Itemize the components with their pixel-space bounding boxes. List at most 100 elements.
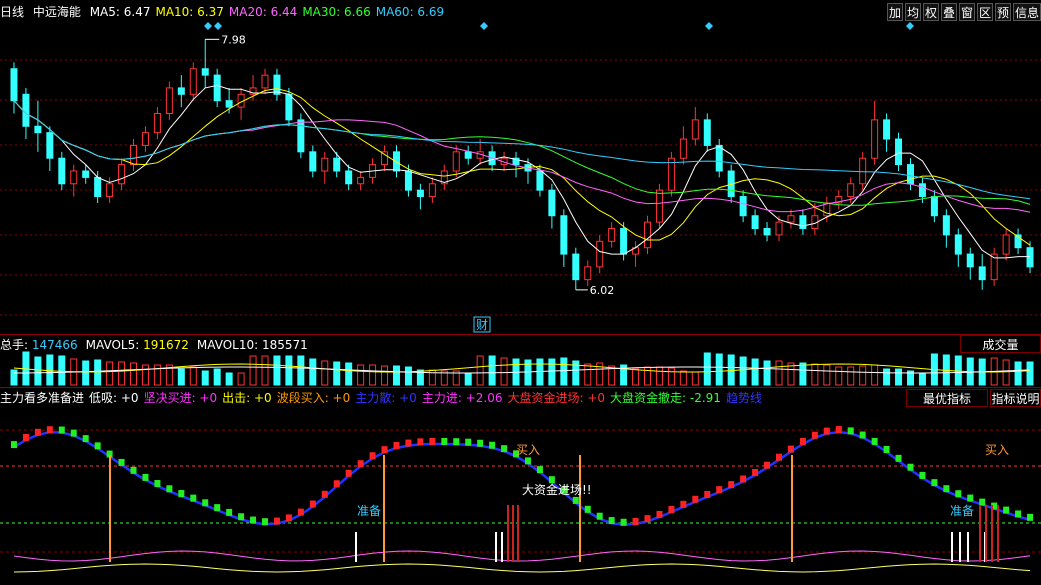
momentum-step	[883, 445, 890, 453]
candle-body[interactable]	[285, 93, 293, 121]
candle-body[interactable]	[94, 176, 102, 198]
candle-body[interactable]	[1026, 247, 1034, 268]
candle-body[interactable]	[392, 151, 400, 172]
candle-body[interactable]	[847, 183, 855, 198]
candle-body[interactable]	[584, 266, 592, 281]
candle-body[interactable]	[58, 157, 66, 185]
candle-body[interactable]	[883, 119, 891, 140]
candle-body[interactable]	[452, 151, 460, 172]
candle-body[interactable]	[10, 68, 18, 102]
candle-body[interactable]	[70, 170, 78, 185]
candle-body[interactable]	[560, 215, 568, 255]
candle-body[interactable]	[918, 183, 926, 198]
diamond-marker[interactable]	[204, 22, 212, 30]
momentum-step	[979, 498, 986, 506]
candle-body[interactable]	[357, 176, 365, 185]
volume-stat-value-3: 185571	[261, 338, 308, 352]
candle-body[interactable]	[679, 138, 687, 159]
candle-body[interactable]	[620, 228, 628, 255]
candle-body[interactable]	[644, 221, 652, 249]
candle-body[interactable]	[118, 164, 126, 185]
volume-button[interactable]: 成交量	[960, 335, 1041, 353]
candle-body[interactable]	[130, 144, 138, 166]
candle-body[interactable]	[739, 196, 747, 217]
diamond-marker[interactable]	[906, 22, 914, 30]
volume-bar	[655, 366, 663, 386]
candle-body[interactable]	[691, 119, 699, 140]
candle-body[interactable]	[309, 151, 317, 172]
candle-body[interactable]	[942, 215, 950, 236]
candle-body[interactable]	[703, 119, 711, 146]
diamond-marker[interactable]	[705, 22, 713, 30]
chart-canvas[interactable]: 7.98 6.02 财买入 买入准备 准备 大资金进场!!	[0, 0, 1041, 585]
volume-bar	[321, 360, 329, 386]
candle-body[interactable]	[548, 189, 556, 217]
momentum-step	[58, 426, 65, 434]
buy-label-2: 买入	[985, 443, 1009, 457]
candle-body[interactable]	[22, 93, 30, 127]
candle-body[interactable]	[978, 266, 986, 281]
candle-body[interactable]	[1002, 234, 1010, 255]
candle-body[interactable]	[799, 215, 807, 230]
candle-body[interactable]	[153, 112, 161, 134]
volume-bar	[213, 368, 221, 386]
momentum-step	[178, 490, 185, 498]
diamond-marker[interactable]	[214, 22, 222, 30]
volume-bar	[141, 364, 149, 386]
candle-body[interactable]	[536, 170, 544, 191]
candle-body[interactable]	[464, 151, 472, 159]
candle-body[interactable]	[428, 183, 436, 198]
candle-body[interactable]	[763, 228, 771, 236]
volume-stat-label-3: MAVOL10:	[196, 338, 262, 352]
candle-body[interactable]	[177, 87, 185, 95]
candle-body[interactable]	[381, 151, 389, 166]
volume-bar	[488, 355, 496, 386]
momentum-step	[142, 473, 149, 481]
momentum-step	[943, 485, 950, 493]
candle-body[interactable]	[859, 157, 867, 185]
candle-body[interactable]	[966, 253, 974, 268]
volume-bar	[333, 361, 341, 386]
candle-body[interactable]	[165, 87, 173, 114]
momentum-step	[10, 441, 17, 449]
finance-tag[interactable]: 财	[476, 318, 488, 332]
candle-body[interactable]	[321, 157, 329, 172]
candle-body[interactable]	[787, 215, 795, 223]
candle-body[interactable]	[608, 228, 616, 242]
candle-body[interactable]	[189, 68, 197, 95]
big-money-label: 大资金进场!!	[522, 482, 592, 497]
candle-body[interactable]	[775, 221, 783, 236]
momentum-step	[536, 466, 543, 474]
candle-body[interactable]	[213, 74, 221, 102]
candle-body[interactable]	[906, 164, 914, 185]
candle-body[interactable]	[895, 138, 903, 166]
momentum-step	[835, 426, 842, 434]
candle-body[interactable]	[954, 234, 962, 255]
candle-body[interactable]	[416, 189, 424, 198]
candle-body[interactable]	[930, 196, 938, 217]
diamond-marker[interactable]	[480, 22, 488, 30]
candle-body[interactable]	[596, 240, 604, 268]
stock-chart-window[interactable]: 日线 中远海能 MA5: 6.47 MA10: 6.37 MA20: 6.44 MA3…	[0, 0, 1041, 585]
candle-body[interactable]	[225, 100, 233, 108]
candle-body[interactable]	[333, 157, 341, 172]
candle-body[interactable]	[82, 170, 90, 178]
candle-body[interactable]	[715, 144, 723, 172]
candle-body[interactable]	[261, 74, 269, 89]
best-indicator-button[interactable]: 最优指标	[906, 389, 988, 407]
indicator-explain-button[interactable]: 指标说明	[990, 389, 1041, 407]
momentum-step	[740, 475, 747, 483]
candle-body[interactable]	[34, 125, 42, 134]
candle-body[interactable]	[345, 170, 353, 185]
candle-body[interactable]	[201, 68, 209, 76]
momentum-step	[309, 500, 316, 508]
candle-body[interactable]	[141, 132, 149, 146]
candle-body[interactable]	[572, 253, 580, 281]
candle-body[interactable]	[404, 170, 412, 191]
candle-body[interactable]	[46, 132, 54, 159]
candle-body[interactable]	[751, 215, 759, 230]
candle-body[interactable]	[655, 189, 663, 223]
candle-body[interactable]	[106, 183, 114, 198]
candle-body[interactable]	[297, 119, 305, 153]
candle-body[interactable]	[871, 119, 879, 159]
